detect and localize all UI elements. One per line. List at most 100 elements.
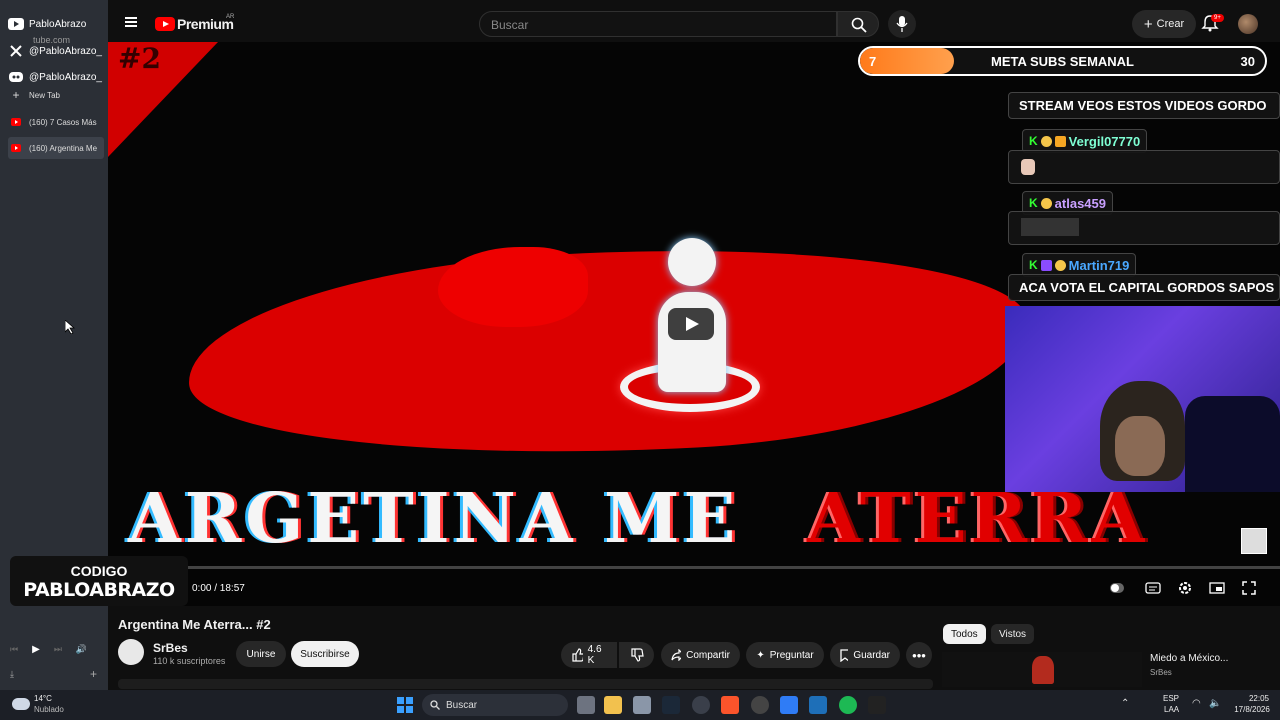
progress-bar[interactable] [108,566,1280,569]
video-overlay-title: ARGETINA ME ATERRA [128,479,1148,559]
play-button[interactable] [668,308,714,340]
account-avatar[interactable] [1238,14,1258,34]
obs-icon[interactable] [692,696,710,714]
channel-name[interactable]: SrBes [153,641,188,655]
time-display: 0:00 / 18:57 [192,583,245,594]
autoplay-toggle-icon[interactable] [1108,580,1126,596]
voice-search-button[interactable] [888,10,916,38]
windows-start-icon[interactable] [397,697,413,713]
menu-icon[interactable] [125,17,137,27]
join-button[interactable]: Unirse [236,641,286,667]
volume-icon[interactable]: 🔈 [1209,698,1221,709]
person-pin-head-graphic [668,238,716,286]
microphone-icon [896,16,908,32]
language-label[interactable]: ESP [1163,694,1179,704]
subscribe-button[interactable]: Suscribirse [291,641,359,667]
volume-icon[interactable]: 🔊 [76,644,87,655]
weather-desc[interactable]: Nublado [34,705,64,715]
x-twitter-icon [8,43,24,59]
snipping-tool-icon[interactable] [633,696,651,714]
save-button[interactable]: Guardar [830,642,900,668]
search-button[interactable] [837,11,879,37]
channel-avatar[interactable] [118,639,144,665]
sidebar-new-tab[interactable]: + New Tab [8,84,104,106]
sidebar-item-youtube[interactable]: PabloAbrazo [8,13,104,35]
add-panel-icon[interactable]: + [90,667,97,681]
youtube-logo-icon[interactable] [155,17,175,31]
chat-message-emote [1008,211,1280,245]
youtube-icon [8,114,24,130]
crown-icon [1054,135,1066,147]
play-icon[interactable]: ▶ [32,644,40,655]
webcam-chair [1185,396,1280,492]
code-value: PABLOABRAZO [23,579,175,601]
editor-icon[interactable] [809,696,827,714]
next-icon[interactable]: ⏭ [54,644,62,655]
chat-message: ACA VOTA EL CAPITAL GORDOS SAPOS [1008,274,1280,301]
wifi-icon[interactable]: ◠ [1192,698,1201,709]
description-box[interactable] [118,679,933,689]
subtitles-icon[interactable] [1144,580,1162,596]
notification-badge: 9+ [1211,14,1224,22]
youtube-icon [8,140,24,156]
sombrero-graphic [1032,656,1054,684]
task-view-icon[interactable] [577,696,595,714]
chat-username: Martin719 [1068,257,1130,273]
share-button[interactable]: Compartir [661,642,740,668]
share-label: Compartir [686,649,730,661]
thumbs-up-icon [572,648,583,662]
plus-icon: + [12,88,20,102]
sidebar-item-label: (160) 7 Casos Más [29,117,97,127]
sidebar-item-label: @PabloAbrazo_ [29,71,102,83]
taskbar-search[interactable]: Buscar [422,694,568,716]
chevron-up-icon[interactable]: ⌃ [1121,698,1129,709]
mouse-cursor-icon [64,319,76,339]
kick-badge: K [1029,196,1038,210]
discord-icon [8,69,24,85]
emoji-icon [1054,259,1066,271]
more-icon: ••• [912,647,926,663]
youtube-icon [8,16,24,32]
download-icon[interactable]: ⤓ [10,669,14,680]
search-input[interactable]: Buscar [479,11,837,37]
more-actions-button[interactable]: ••• [906,642,932,668]
sidebar-tab-casos[interactable]: (160) 7 Casos Más [8,111,104,133]
weather-temp[interactable]: 14°C [34,694,52,704]
search-icon [430,700,440,710]
thumbs-down-icon [630,648,644,662]
gift-icon [1040,259,1052,271]
clock-time[interactable]: 22:05 [1242,694,1276,704]
steam-icon[interactable] [662,696,680,714]
sidebar-tab-argentina[interactable]: (160) Argentina Me [8,137,104,159]
ask-label: Preguntar [769,649,814,661]
app-icon[interactable] [868,696,886,714]
dislike-button[interactable] [619,642,654,668]
clock-date[interactable]: 17/8/2026 [1228,705,1276,715]
chip-all[interactable]: Todos [943,624,986,644]
keyboard-layout-label[interactable]: LAA [1164,705,1179,715]
chip-watched[interactable]: Vistos [991,624,1035,644]
previous-icon[interactable]: ⏮ [10,644,18,655]
app-icon[interactable] [780,696,798,714]
chat-username: atlas459 [1054,195,1106,211]
brand-label[interactable]: Premium [177,16,234,32]
recommended-channel[interactable]: SrBes [1150,668,1172,677]
taskbar-search-label: Buscar [446,699,478,711]
like-button[interactable]: 4.6 K [561,642,617,668]
channel-watermark[interactable] [1241,528,1267,554]
spotify-icon[interactable] [839,696,857,714]
recommended-thumbnail[interactable] [942,652,1142,687]
plus-icon: + [1143,15,1153,33]
subs-goal-target: 30 [1240,54,1255,69]
create-button[interactable]: + Crear [1132,10,1196,38]
recommended-title[interactable]: Miedo a México... [1150,653,1228,664]
sidebar-item-twitter[interactable]: @PabloAbrazo_ [8,40,104,62]
app-icon[interactable] [751,696,769,714]
miniplayer-icon[interactable] [1208,580,1226,596]
settings-gear-icon[interactable] [1176,580,1194,596]
ask-button[interactable]: ✦ Preguntar [746,642,824,668]
file-explorer-icon[interactable] [604,696,622,714]
fullscreen-icon[interactable] [1240,580,1258,596]
brave-icon[interactable] [721,696,739,714]
sidebar-item-label: New Tab [29,90,60,100]
